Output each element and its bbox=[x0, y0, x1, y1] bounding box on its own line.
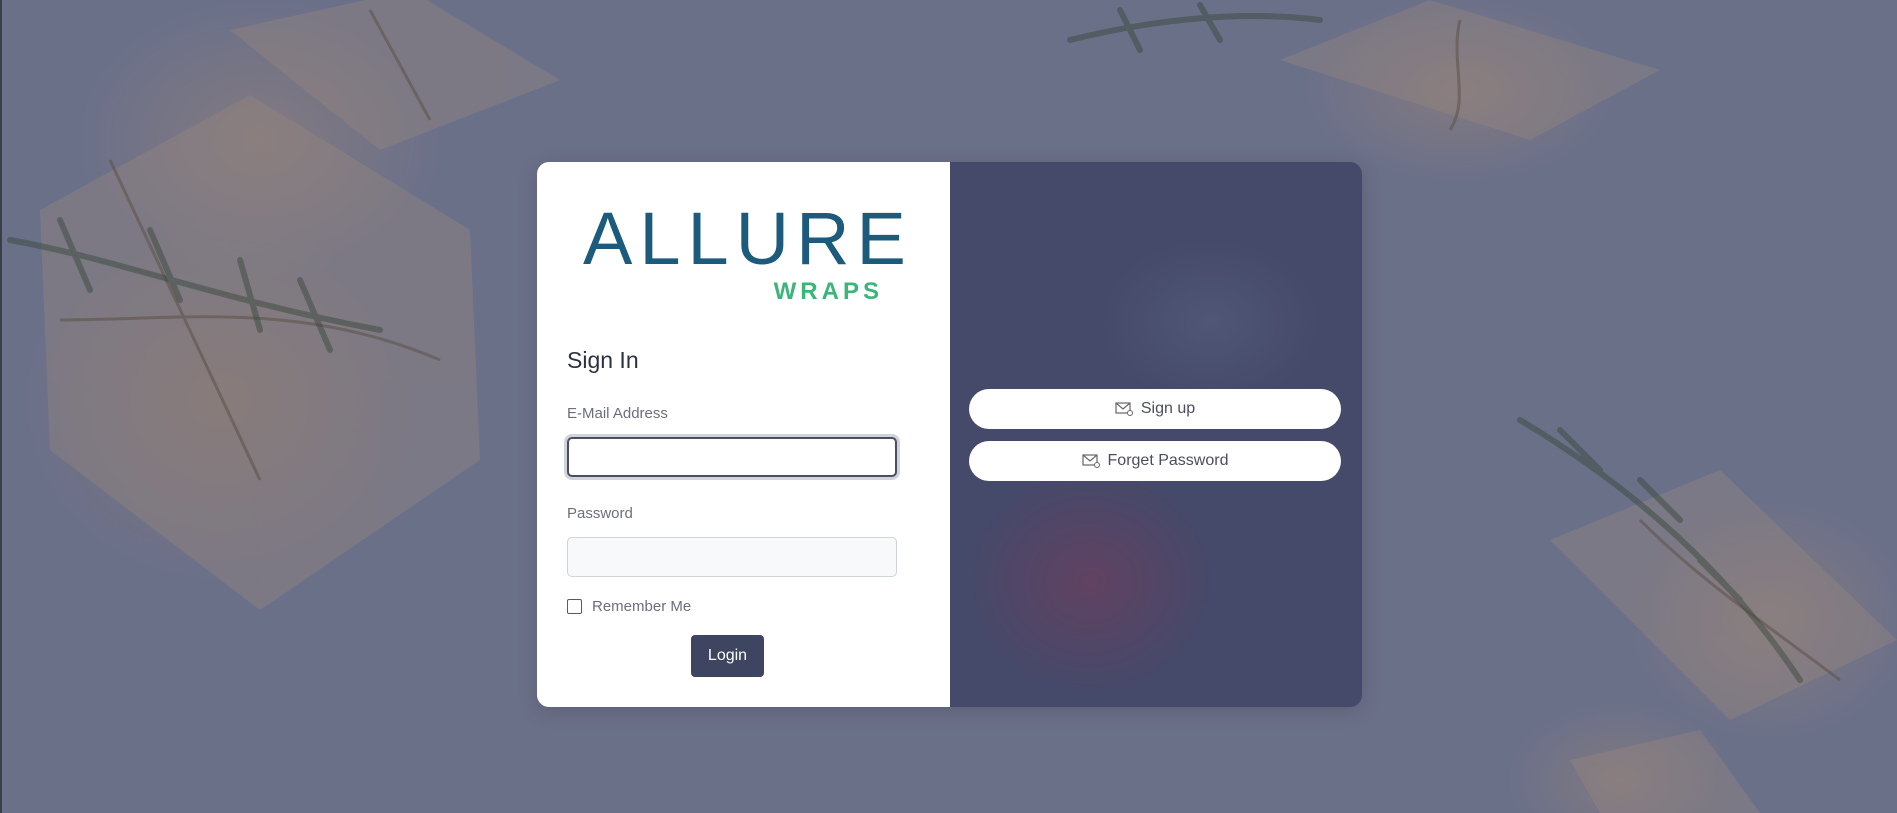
forget-password-button[interactable]: Forget Password bbox=[969, 441, 1341, 481]
remember-me-row: Remember Me bbox=[567, 598, 691, 615]
login-button[interactable]: Login bbox=[691, 635, 764, 677]
brand-name: ALLURE bbox=[583, 197, 913, 280]
email-label: E-Mail Address bbox=[567, 405, 668, 422]
brand-tagline: WRAPS bbox=[773, 278, 883, 305]
login-panel: ALLURE WRAPS Sign In E-Mail Address Pass… bbox=[537, 162, 950, 707]
login-card: ALLURE WRAPS Sign In E-Mail Address Pass… bbox=[537, 162, 1362, 707]
forget-password-label: Forget Password bbox=[1107, 452, 1229, 469]
brand-logo: ALLURE WRAPS bbox=[583, 202, 906, 312]
password-label: Password bbox=[567, 505, 633, 522]
sign-up-button[interactable]: Sign up bbox=[969, 389, 1341, 429]
envelope-icon bbox=[1081, 454, 1100, 468]
remember-me-checkbox[interactable] bbox=[567, 599, 582, 614]
email-field[interactable] bbox=[567, 437, 897, 477]
remember-me-label[interactable]: Remember Me bbox=[592, 598, 691, 615]
window-edge bbox=[0, 0, 2, 813]
sign-up-label: Sign up bbox=[1140, 400, 1196, 417]
envelope-icon bbox=[1115, 402, 1133, 416]
page-title: Sign In bbox=[567, 347, 639, 373]
panel-background-image bbox=[950, 162, 1362, 707]
password-field[interactable] bbox=[567, 537, 897, 577]
actions-panel: Sign up Forget Password bbox=[950, 162, 1362, 707]
